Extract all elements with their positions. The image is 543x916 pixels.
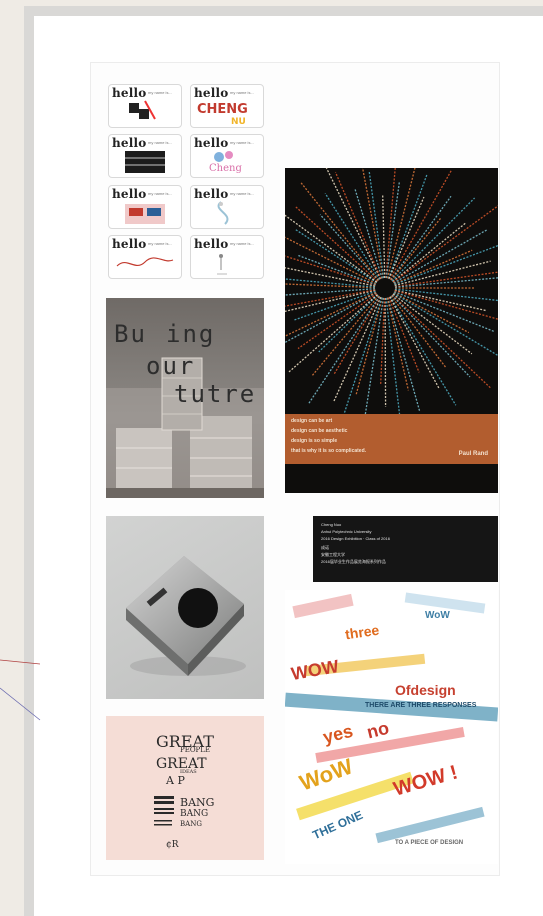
wow-word-1: WoW bbox=[425, 610, 450, 621]
hello-card: hello my name is... bbox=[190, 185, 264, 229]
wow-word-11: TO A PIECE OF DESIGN bbox=[395, 840, 464, 846]
future-poster: Bu ing our tutre bbox=[106, 298, 264, 498]
hello-subtitle: my name is... bbox=[148, 90, 172, 95]
great-poster: GREAT PEOPLE GREAT IDEAS A P BANG BANG B… bbox=[106, 716, 264, 860]
svg-text:CHENG: CHENG bbox=[197, 102, 248, 117]
hello-card: hello my name is... bbox=[190, 235, 264, 279]
hello-text: hello bbox=[194, 136, 229, 150]
hello-card: hello my name is... CHENG NU bbox=[190, 84, 264, 128]
box-photo bbox=[106, 516, 264, 699]
hello-text: hello bbox=[112, 187, 147, 201]
wow-word-4: Ofdesign bbox=[395, 682, 456, 698]
hello-card: hello my name is... Cheng bbox=[190, 134, 264, 178]
hello-text: hello bbox=[194, 86, 229, 100]
info-name: Cheng Nuo bbox=[321, 522, 342, 527]
future-line-4: tutre bbox=[174, 380, 257, 408]
bubble-lettering: Cheng bbox=[209, 151, 242, 174]
signature-scribble bbox=[116, 257, 174, 267]
great-line-8: BANG bbox=[180, 820, 202, 828]
wow-poster: WoW three WOW Ofdesign THERE ARE THREE R… bbox=[285, 590, 498, 864]
future-line-2: ing bbox=[166, 320, 216, 348]
info-exhibition-cn: 2016届毕业生作品展览海报系列作品 bbox=[321, 559, 386, 564]
great-line-2: PEOPLE bbox=[180, 746, 211, 754]
hello-text: hello bbox=[112, 86, 147, 100]
cheng-nu-block-letters bbox=[125, 151, 165, 173]
info-school-cn: 安徽工程大学 bbox=[321, 552, 345, 557]
hello-card: hello my name is... bbox=[108, 235, 182, 279]
great-line-6: BANG bbox=[180, 796, 215, 809]
great-line-5: A P bbox=[166, 774, 185, 787]
designer-info-card: Cheng Nuo Anhui Polytechnic University 2… bbox=[313, 516, 498, 582]
hello-subtitle: my name is... bbox=[148, 191, 172, 196]
hello-subtitle: my name is... bbox=[148, 140, 172, 145]
crossword-art bbox=[129, 100, 156, 120]
decorative-lines bbox=[0, 659, 41, 721]
paul-rand-poster: design can be art design can be aestheti… bbox=[285, 168, 498, 493]
great-line-9: ¢R bbox=[166, 840, 179, 850]
svg-text:Cheng: Cheng bbox=[209, 163, 242, 174]
small-figure bbox=[217, 254, 227, 275]
hello-text: hello bbox=[194, 187, 229, 201]
hello-card: hello my name is... bbox=[108, 185, 182, 229]
hello-subtitle: my name is... bbox=[230, 241, 254, 246]
quote-line-1: design can be art bbox=[291, 418, 333, 424]
quote-line-4: that is why it is so complicated. bbox=[291, 448, 367, 454]
hello-text: hello bbox=[194, 237, 229, 251]
info-exhibition: 2016 Design Exhibition · Class of 2016 bbox=[321, 536, 390, 541]
quote-line-3: design is so simple bbox=[291, 438, 338, 444]
wow-word-5: THERE ARE THREE RESPONSES bbox=[365, 702, 477, 709]
svg-text:NU: NU bbox=[231, 117, 246, 127]
quote-line-2: design can be aesthetic bbox=[291, 428, 348, 434]
info-name-cn: 成诺 bbox=[321, 545, 329, 550]
figure-sketch bbox=[217, 201, 229, 225]
hello-text: hello bbox=[112, 237, 147, 251]
hello-subtitle: my name is... bbox=[230, 191, 254, 196]
future-line-3: our bbox=[146, 352, 196, 380]
future-line-1: Bu bbox=[114, 320, 147, 348]
hello-text: hello bbox=[112, 136, 147, 150]
hello-subtitle: my name is... bbox=[148, 241, 172, 246]
quote-author: Paul Rand bbox=[458, 451, 488, 457]
info-school: Anhui Polytechnic University bbox=[321, 529, 372, 534]
hello-card: hello my name is... bbox=[108, 84, 182, 128]
great-line-7: BANG bbox=[180, 809, 209, 819]
cheng-nu-lettering: CHENGNU bbox=[197, 102, 248, 127]
hello-subtitle: my name is... bbox=[230, 140, 254, 145]
house-illustration bbox=[125, 204, 165, 224]
hello-card: hello my name is... bbox=[108, 134, 182, 178]
hello-subtitle: my name is... bbox=[230, 90, 254, 95]
